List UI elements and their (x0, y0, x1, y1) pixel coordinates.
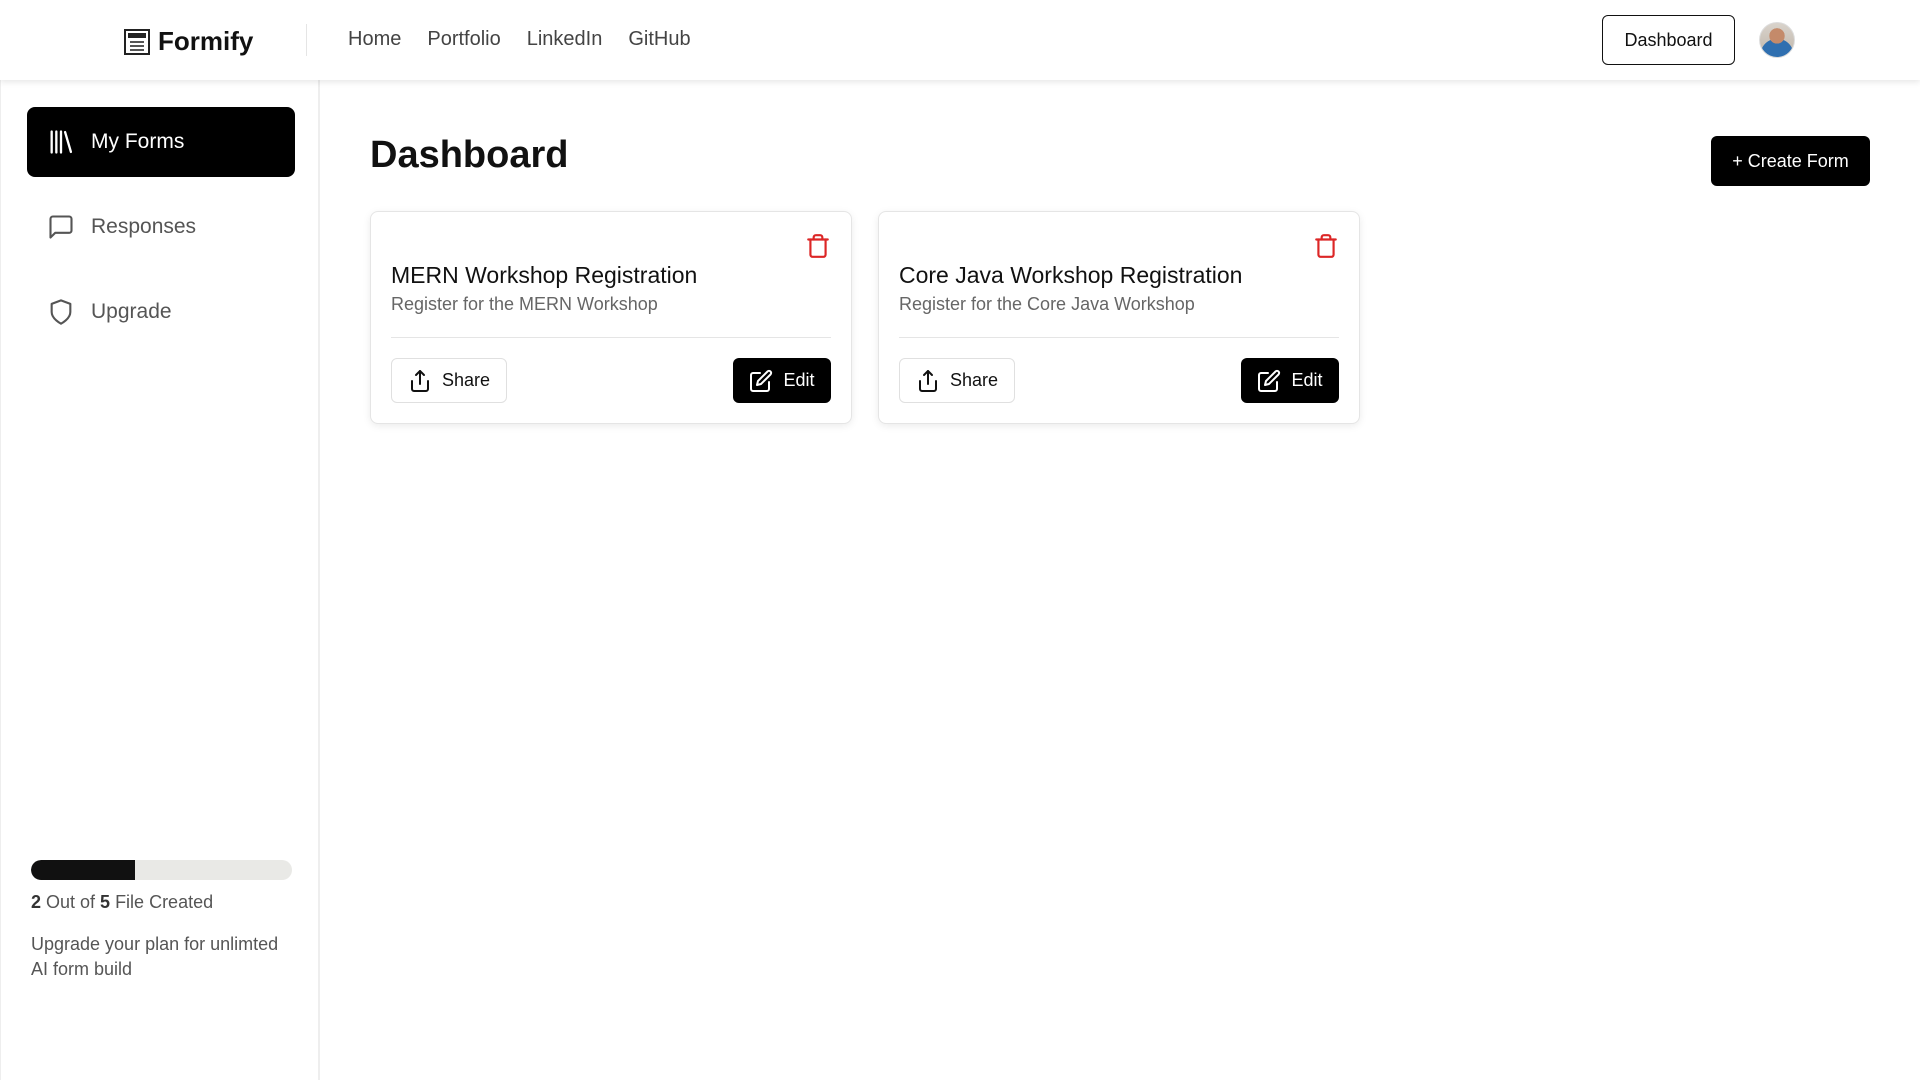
form-card-title: MERN Workshop Registration (391, 262, 698, 288)
upgrade-note: Upgrade your plan for unlimted AI form b… (31, 934, 279, 979)
edit-button[interactable]: Edit (733, 358, 831, 403)
form-card-description: Register for the MERN Workshop (391, 294, 658, 314)
form-card: Core Java Workshop Registration Register… (878, 211, 1360, 424)
share-label: Share (441, 370, 491, 390)
usage-text-suffix: File Created (110, 892, 214, 912)
share-button[interactable]: Share (391, 358, 507, 403)
sidebar-item-label: My Forms (91, 130, 185, 153)
usage-limit-count: 5 (100, 892, 111, 912)
trash-icon[interactable] (805, 232, 831, 260)
form-logo-icon (124, 28, 150, 55)
usage-progress-fill (31, 860, 136, 880)
usage-progress-bar (31, 860, 292, 880)
usage-count-text: 2 Out of 5 File Created (31, 892, 213, 913)
library-icon (50, 130, 73, 154)
sidebar: My Forms Responses Upgrade 2 Out of 5 Fi… (0, 80, 320, 1080)
message-square-icon (49, 215, 73, 239)
usage-created-count: 2 (31, 892, 42, 912)
edit-icon (1258, 369, 1281, 392)
form-card-description: Register for the Core Java Workshop (899, 294, 1195, 314)
brand-name: Formify (158, 26, 254, 56)
sidebar-item-label: Responses (91, 215, 197, 238)
edit-label: Edit (783, 370, 815, 390)
share-icon (918, 369, 937, 392)
card-divider (899, 337, 1339, 338)
shield-icon (50, 299, 72, 325)
edit-button[interactable]: Edit (1241, 358, 1339, 403)
share-button[interactable]: Share (899, 358, 1015, 403)
usage-text-middle: Out of (41, 892, 101, 912)
sidebar-item-upgrade[interactable]: Upgrade (27, 277, 295, 347)
share-icon (410, 369, 429, 392)
sidebar-item-label: Upgrade (91, 300, 172, 323)
dashboard-button[interactable]: Dashboard (1602, 15, 1735, 65)
main-nav: Home Portfolio LinkedIn GitHub (348, 28, 691, 51)
brand-logo[interactable]: Formify (124, 26, 253, 57)
user-avatar[interactable] (1759, 22, 1795, 58)
nav-home[interactable]: Home (348, 28, 401, 51)
form-card: MERN Workshop Registration Register for … (370, 211, 852, 424)
top-header: Formify Home Portfolio LinkedIn GitHub D… (0, 0, 1920, 80)
nav-linkedin[interactable]: LinkedIn (527, 28, 603, 51)
trash-icon[interactable] (1313, 232, 1339, 260)
sidebar-item-responses[interactable]: Responses (27, 192, 295, 262)
form-card-title: Core Java Workshop Registration (899, 262, 1243, 288)
page-title: Dashboard (370, 134, 569, 176)
edit-label: Edit (1291, 370, 1323, 390)
create-form-button[interactable]: + Create Form (1711, 136, 1870, 186)
nav-github[interactable]: GitHub (628, 28, 690, 51)
card-divider (391, 337, 831, 338)
share-label: Share (949, 370, 999, 390)
header-divider (306, 24, 307, 56)
nav-portfolio[interactable]: Portfolio (427, 28, 500, 51)
sidebar-item-my-forms[interactable]: My Forms (27, 107, 295, 177)
edit-icon (750, 369, 773, 392)
